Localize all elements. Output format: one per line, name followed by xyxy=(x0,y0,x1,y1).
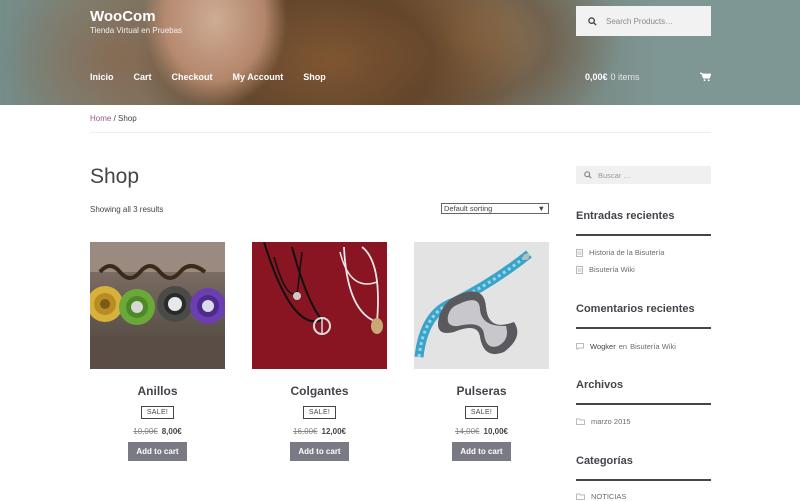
site-header: WooCom Tienda Virtual en Pruebas Search … xyxy=(0,0,800,105)
necklaces-image xyxy=(252,242,387,369)
old-price: 16,00€ xyxy=(293,427,318,436)
breadcrumb-current: Shop xyxy=(118,114,137,123)
nav-item-my-account[interactable]: My Account xyxy=(233,72,284,82)
nav-item-cart[interactable]: Cart xyxy=(134,72,152,82)
add-to-cart-button[interactable]: Add to cart xyxy=(452,442,511,461)
product-image-anillos[interactable] xyxy=(90,242,225,369)
product-title[interactable]: Anillos xyxy=(90,384,225,400)
breadcrumb-separator: / xyxy=(111,114,119,123)
search-placeholder: Search Products… xyxy=(606,16,674,26)
add-to-cart-button[interactable]: Add to cart xyxy=(128,442,187,461)
product-price: 14,00€ 10,00€ xyxy=(414,427,549,436)
sale-price: 12,00€ xyxy=(321,427,346,436)
add-to-cart-button[interactable]: Add to cart xyxy=(290,442,349,461)
cart-amount: 0,00€ xyxy=(585,72,608,82)
folder-icon xyxy=(576,493,585,500)
recent-post-item[interactable]: Historia de la Bisutería xyxy=(576,248,664,257)
cart-icon xyxy=(700,72,711,82)
breadcrumb-divider xyxy=(90,132,711,133)
search-icon xyxy=(584,171,592,179)
widget-title-recent-posts: Entradas recientes xyxy=(576,210,675,222)
product-image-pulseras[interactable] xyxy=(414,242,549,369)
nav-item-shop[interactable]: Shop xyxy=(303,72,326,82)
product-price: 16,00€ 12,00€ xyxy=(252,427,387,436)
sale-badge: SALE! xyxy=(464,406,499,419)
product-title[interactable]: Colgantes xyxy=(252,384,387,400)
page-title: Shop xyxy=(90,165,140,188)
search-icon xyxy=(588,16,597,26)
sidebar-search-placeholder: Buscar … xyxy=(598,170,631,180)
product-search-input[interactable]: Search Products… xyxy=(576,6,711,36)
nav-item-inicio[interactable]: Inicio xyxy=(90,72,114,82)
comment-post-link[interactable]: Bisutería Wiki xyxy=(630,342,676,351)
result-count: Showing all 3 results xyxy=(90,205,164,214)
document-icon xyxy=(576,265,583,274)
folder-icon xyxy=(576,418,585,425)
sidebar-search-input[interactable]: Buscar … xyxy=(576,166,711,184)
sorting-select[interactable]: Default sorting ▼ xyxy=(441,203,549,214)
comment-icon xyxy=(576,343,584,350)
bracelet-image xyxy=(414,242,549,369)
site-title[interactable]: WooCom xyxy=(90,8,156,25)
recent-post-link[interactable]: Bisutería Wiki xyxy=(589,265,635,274)
widget-divider xyxy=(576,403,711,405)
document-icon xyxy=(576,248,583,257)
sale-badge: SALE! xyxy=(302,406,337,419)
breadcrumb: Home / Shop xyxy=(90,114,137,123)
old-price: 10,00€ xyxy=(133,427,158,436)
widget-title-categories: Categorías xyxy=(576,455,633,467)
recent-post-item[interactable]: Bisutería Wiki xyxy=(576,265,635,274)
sale-price: 10,00€ xyxy=(483,427,508,436)
product-card: Pulseras SALE! 14,00€ 10,00€ Add to cart xyxy=(414,242,549,461)
widget-divider xyxy=(576,234,711,236)
archive-link[interactable]: marzo 2015 xyxy=(591,417,631,426)
product-card: Anillos SALE! 10,00€ 8,00€ Add to cart xyxy=(90,242,225,461)
product-card: Colgantes SALE! 16,00€ 12,00€ Add to cart xyxy=(252,242,387,461)
cart-items-count: 0 items xyxy=(610,72,640,82)
recent-comment-item: Wogker en Bisutería Wiki xyxy=(576,342,676,351)
site-description: Tienda Virtual en Pruebas xyxy=(90,26,183,35)
widget-divider xyxy=(576,327,711,329)
comment-on-text: en xyxy=(618,342,628,351)
widget-title-archives: Archivos xyxy=(576,379,624,391)
rings-image xyxy=(90,242,225,369)
old-price: 14,00€ xyxy=(455,427,480,436)
archive-item[interactable]: marzo 2015 xyxy=(576,417,631,426)
widget-title-recent-comments: Comentarios recientes xyxy=(576,303,695,315)
dropdown-arrow-icon: ▼ xyxy=(537,204,545,213)
product-image-colgantes[interactable] xyxy=(252,242,387,369)
primary-nav: Inicio Cart Checkout My Account Shop xyxy=(90,72,346,82)
comment-author[interactable]: Wogker xyxy=(590,342,616,351)
product-title[interactable]: Pulseras xyxy=(414,384,549,400)
header-cart[interactable]: 0,00€ 0 items xyxy=(585,72,711,82)
sale-price: 8,00€ xyxy=(161,427,182,436)
breadcrumb-home-link[interactable]: Home xyxy=(90,114,111,123)
sale-badge: SALE! xyxy=(140,406,175,419)
nav-item-checkout[interactable]: Checkout xyxy=(172,72,213,82)
sorting-selected-value: Default sorting xyxy=(444,204,493,213)
recent-post-link[interactable]: Historia de la Bisutería xyxy=(589,248,664,257)
product-price: 10,00€ 8,00€ xyxy=(90,427,225,436)
widget-divider xyxy=(576,479,711,481)
